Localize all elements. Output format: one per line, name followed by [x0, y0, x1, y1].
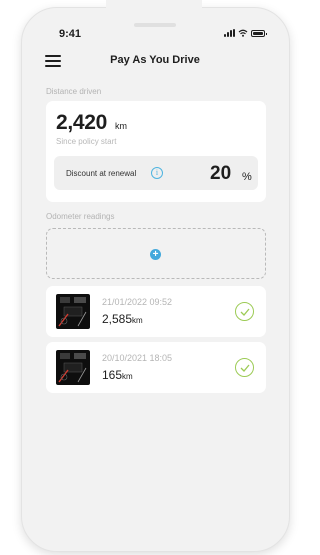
distance-section-label: Distance driven: [46, 87, 102, 96]
page-title: Pay As You Drive: [110, 54, 200, 66]
distance-card: 2,420 km Since policy start Discount at …: [46, 101, 266, 202]
phone-speaker: [134, 23, 176, 27]
reading-date: 21/01/2022 09:52: [102, 297, 173, 307]
odometer-reading-item[interactable]: 20/10/2021 18:05 165km: [46, 342, 266, 393]
reading-km: 2,585: [102, 312, 133, 326]
distance-caption: Since policy start: [56, 137, 117, 146]
discount-label: Discount at renewal: [66, 169, 137, 178]
check-icon: [235, 358, 254, 377]
wifi-icon: [238, 29, 248, 37]
info-icon[interactable]: i: [151, 167, 163, 179]
discount-unit: %: [242, 171, 252, 183]
signal-icon: [224, 29, 235, 37]
status-icons: [224, 29, 267, 37]
menu-icon[interactable]: [45, 55, 61, 67]
check-icon: [235, 302, 254, 321]
discount-panel: Discount at renewal i 20 %: [54, 156, 258, 190]
odometer-photo: [56, 350, 90, 385]
distance-value: 2,420: [56, 111, 108, 134]
odometer-reading-item[interactable]: 21/01/2022 09:52 2,585km: [46, 286, 266, 337]
reading-unit: km: [132, 316, 143, 325]
plus-icon: +: [150, 249, 161, 260]
phone-notch: [106, 0, 202, 22]
reading-unit: km: [122, 372, 133, 381]
discount-value: 20: [210, 163, 232, 184]
add-reading-button[interactable]: +: [46, 228, 266, 279]
status-time: 9:41: [59, 28, 82, 40]
distance-unit: km: [115, 121, 127, 131]
battery-icon: [251, 29, 267, 37]
reading-km: 165: [102, 368, 123, 382]
reading-value: 2,585km: [102, 312, 143, 326]
reading-value: 165km: [102, 368, 133, 382]
reading-date: 20/10/2021 18:05: [102, 353, 173, 363]
odometer-photo: [56, 294, 90, 329]
odometer-section-label: Odometer readings: [46, 212, 115, 221]
